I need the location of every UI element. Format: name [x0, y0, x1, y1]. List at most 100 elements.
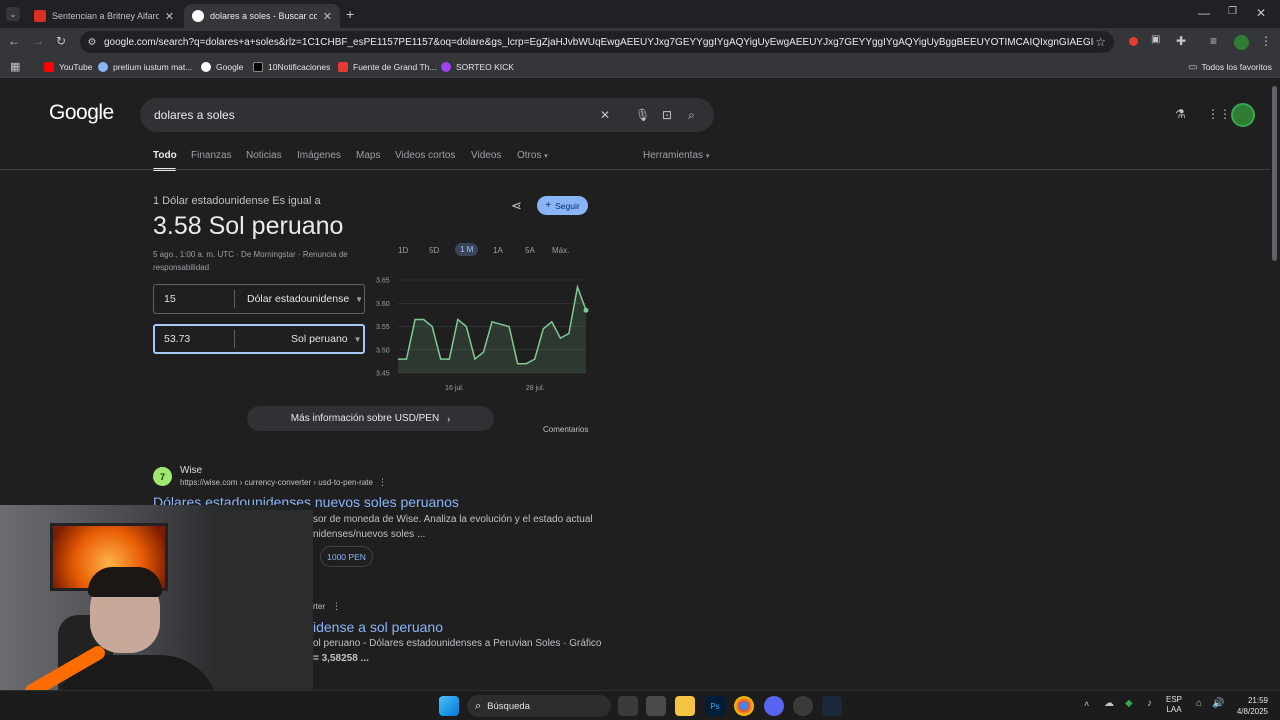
result-url: rter	[313, 602, 325, 611]
reload-icon[interactable]: ↻	[56, 34, 66, 48]
follow-button[interactable]: + Seguir	[537, 196, 588, 215]
labs-flask-icon[interactable]: ⚗	[1175, 107, 1186, 121]
media-controls-icon[interactable]: ≡	[1210, 34, 1217, 48]
google-logo[interactable]: Google	[49, 101, 114, 125]
star-icon[interactable]: ☆	[1095, 35, 1106, 49]
apps-grid-icon[interactable]: ▦	[10, 60, 20, 73]
range-1a[interactable]: 1A	[493, 246, 503, 255]
result-chip[interactable]: 1000 PEN	[320, 546, 373, 567]
tab-noticias[interactable]: Noticias	[246, 150, 282, 161]
cloud-icon[interactable]: ☁	[1104, 698, 1114, 709]
result-title-link[interactable]: idense a sol peruano	[313, 619, 443, 635]
close-tab-icon[interactable]: ✕	[323, 10, 332, 23]
bookmark-pretium[interactable]: pretium iustum mat...	[98, 56, 192, 78]
taskbar-search[interactable]: ⌕ Búsqueda	[467, 695, 611, 717]
range-max[interactable]: Máx.	[552, 246, 569, 255]
bookmark-google[interactable]: Google	[201, 56, 243, 78]
range-5a[interactable]: 5A	[525, 246, 535, 255]
amount-to-input[interactable]: 53.73 Sol peruano ▼	[153, 324, 365, 354]
bookmark-label: Todos los favoritos	[1201, 62, 1272, 72]
news-favicon-icon	[34, 10, 46, 22]
steam-icon[interactable]	[822, 696, 842, 716]
lens-icon[interactable]: ⊡	[662, 108, 672, 122]
tab-otros[interactable]: Otros ▾	[517, 150, 548, 161]
tab-britney[interactable]: Sentencian a Britney Alfaro, ex ✕	[26, 4, 182, 28]
result-menu-icon[interactable]: ⋮	[332, 601, 341, 612]
taskbar-search-label: Búsqueda	[487, 700, 530, 712]
result-menu-icon[interactable]: ⋮	[378, 477, 387, 488]
close-window-icon[interactable]: ✕	[1256, 6, 1266, 20]
chevron-up-icon[interactable]: ˄	[1084, 699, 1089, 709]
tab-finanzas[interactable]: Finanzas	[191, 150, 232, 161]
bookmark-sorteo[interactable]: SORTEO KICK	[441, 56, 514, 78]
range-1m[interactable]: 1 M	[455, 243, 479, 256]
restore-icon[interactable]: ❐	[1228, 6, 1237, 17]
search-icon[interactable]: ⌕	[688, 108, 695, 123]
volume-icon[interactable]: 🔊	[1212, 698, 1224, 709]
photoshop-icon[interactable]: Ps	[705, 696, 725, 716]
bookmark-grand-theft[interactable]: Fuente de Grand Th...	[338, 56, 436, 78]
menu-kebab-icon[interactable]: ⋮	[1260, 34, 1272, 48]
tab-maps[interactable]: Maps	[356, 150, 380, 161]
youtube-icon	[44, 62, 54, 72]
comments-link[interactable]: Comentarios	[543, 425, 588, 434]
discord-icon[interactable]	[764, 696, 784, 716]
microphone-icon[interactable]: 🎙	[635, 108, 650, 122]
tray-app-icon[interactable]: ◆	[1125, 698, 1133, 709]
language-indicator[interactable]: ESP LAA	[1166, 695, 1182, 715]
google-apps-icon[interactable]: ⋮⋮	[1207, 107, 1231, 121]
minimize-icon[interactable]: —	[1198, 6, 1210, 20]
forward-icon[interactable]: →	[32, 34, 44, 48]
result-snippet: sor de moneda de Wise. Analiza la evoluc…	[313, 514, 593, 525]
address-bar[interactable]: ⚙ google.com/search?q=dolares+a+soles&rl…	[80, 31, 1114, 53]
clear-icon[interactable]: ✕	[600, 108, 610, 122]
bookmark-youtube[interactable]: YouTube	[44, 56, 92, 78]
extension-record-icon[interactable]	[1129, 37, 1138, 46]
search-box[interactable]: dolares a soles ✕ 🎙 ⊡ ⌕	[140, 98, 714, 132]
clock[interactable]: 21:59 4/8/2025	[1230, 695, 1268, 717]
to-currency-select[interactable]: Sol peruano	[291, 333, 348, 345]
y-tick-label: 3.50	[376, 347, 390, 354]
tab-videos[interactable]: Videos	[471, 150, 501, 161]
tab-title: dolares a soles - Buscar con Go	[210, 11, 317, 21]
converter-meta: 5 ago., 1:00 a. m. UTC · De Morningstar …	[153, 250, 348, 259]
bookmark-notificaciones[interactable]: 10Notificaciones	[253, 56, 330, 78]
extensions-puzzle-icon[interactable]: ✚	[1176, 34, 1186, 48]
to-value: 53.73	[164, 333, 191, 345]
account-avatar[interactable]	[1231, 103, 1255, 127]
tab-videos-cortos[interactable]: Videos cortos	[395, 150, 455, 161]
task-view-icon[interactable]	[618, 696, 638, 716]
amount-from-input[interactable]: 15 Dólar estadounidense ▼	[153, 284, 365, 314]
extension-icon[interactable]: ▣	[1151, 34, 1160, 45]
more-info-button[interactable]: Más información sobre USD/PEN ›	[247, 406, 494, 431]
tab-todo[interactable]: Todo	[153, 150, 177, 161]
range-1d[interactable]: 1D	[398, 246, 408, 255]
profile-avatar[interactable]	[1234, 35, 1249, 50]
file-explorer-icon[interactable]	[675, 696, 695, 716]
tools-button[interactable]: Herramientas ▾	[643, 150, 709, 161]
tab-imagenes[interactable]: Imágenes	[297, 150, 341, 161]
close-tab-icon[interactable]: ✕	[165, 10, 174, 23]
range-5d[interactable]: 5D	[429, 246, 439, 255]
site-info-icon[interactable]: ⚙	[80, 37, 104, 48]
microphone-tray-icon[interactable]: ♪	[1147, 698, 1152, 709]
scrollbar-thumb[interactable]	[1272, 86, 1277, 261]
taskbar: ⌕ Búsqueda Ps ˄ ☁ ◆ ♪ ESP LAA ⌂ 🔊 21:59 …	[0, 690, 1280, 720]
new-tab-icon[interactable]: +	[346, 6, 354, 22]
app-icon[interactable]	[646, 696, 666, 716]
tab-label: Otros	[517, 150, 542, 161]
scrollbar[interactable]	[1271, 82, 1278, 690]
start-windows-icon[interactable]	[439, 696, 459, 716]
all-bookmarks[interactable]: ▭ Todos los favoritos	[1188, 56, 1272, 78]
tab-search[interactable]: dolares a soles - Buscar con Go ✕	[184, 4, 340, 28]
app-icon[interactable]	[793, 696, 813, 716]
back-icon[interactable]: ←	[8, 34, 20, 48]
tab-search-icon[interactable]: ⌄	[6, 7, 20, 21]
disclaimer-link[interactable]: responsabilidad	[153, 263, 209, 272]
from-currency-select[interactable]: Dólar estadounidense	[247, 293, 349, 305]
chrome-icon[interactable]	[734, 696, 754, 716]
share-icon[interactable]: ⋖	[511, 198, 522, 214]
follow-label: Seguir	[555, 200, 580, 211]
search-query[interactable]: dolares a soles	[154, 108, 235, 122]
network-icon[interactable]: ⌂	[1196, 698, 1202, 709]
